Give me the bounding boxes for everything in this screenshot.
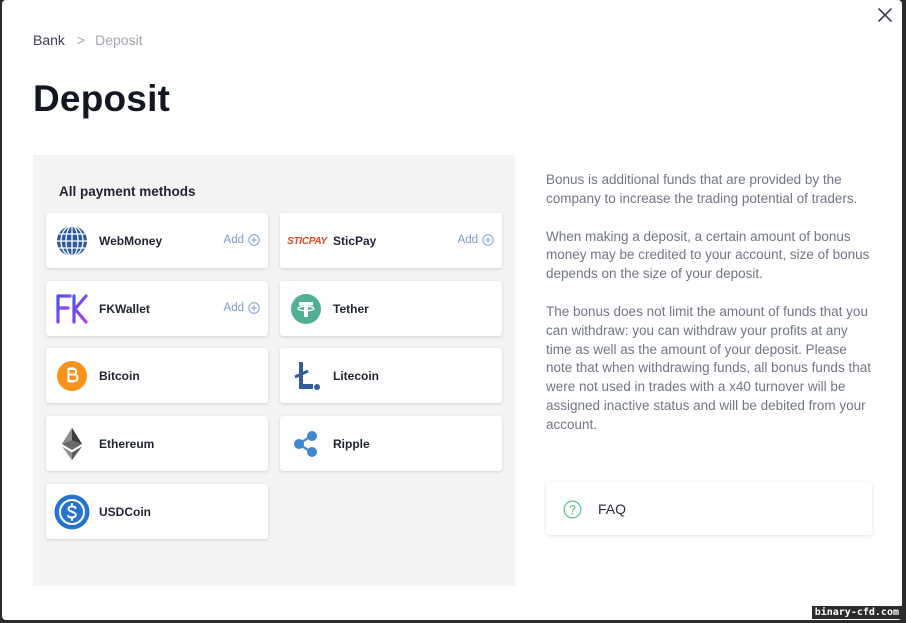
- sticpay-icon: STICPAY: [286, 223, 328, 259]
- breadcrumb-current: Deposit: [95, 32, 143, 48]
- plus-circle-icon: [248, 302, 260, 314]
- payment-method-name: SticPay: [333, 234, 377, 248]
- add-button[interactable]: Add: [224, 234, 260, 246]
- add-label: Add: [223, 302, 244, 314]
- deposit-modal: Bank > Deposit Deposit All payment methods: [2, 0, 902, 620]
- add-label: Add: [223, 234, 244, 246]
- payment-method-name: USDCoin: [99, 505, 151, 519]
- bonus-info-paragraph-3: The bonus does not limit the amount of f…: [546, 303, 871, 432]
- payment-method-usdcoin[interactable]: USDCoin: [46, 484, 268, 539]
- litecoin-icon: [288, 358, 324, 394]
- faq-label: FAQ: [598, 501, 627, 517]
- ripple-icon: [288, 426, 324, 462]
- breadcrumb-separator: >: [76, 32, 86, 48]
- add-button[interactable]: Add: [224, 302, 260, 314]
- fkwallet-icon: [54, 291, 90, 327]
- tether-icon: [288, 291, 324, 327]
- plus-circle-icon: [482, 234, 494, 246]
- usdcoin-icon: [54, 494, 90, 530]
- plus-circle-icon: [248, 234, 260, 246]
- payment-method-webmoney[interactable]: WebMoney Add: [46, 213, 268, 268]
- panel-title: All payment methods: [59, 184, 196, 199]
- bonus-info-paragraph-2: When making a deposit, a certain amount …: [546, 228, 870, 282]
- payment-method-fkwallet[interactable]: FKWallet Add: [46, 281, 268, 336]
- payment-method-name: Ripple: [333, 437, 370, 451]
- bonus-info-paragraph-1: Bonus is additional funds that are provi…: [546, 172, 858, 206]
- ethereum-icon: [54, 426, 90, 462]
- bitcoin-icon: [54, 358, 90, 394]
- watermark: binary-cfd.com: [811, 606, 902, 619]
- payment-method-litecoin[interactable]: Litecoin: [280, 348, 502, 403]
- payment-method-tether[interactable]: Tether: [280, 281, 502, 336]
- payment-method-ethereum[interactable]: Ethereum: [46, 416, 268, 471]
- close-icon[interactable]: [874, 4, 896, 26]
- payment-method-name: Bitcoin: [99, 369, 140, 383]
- add-label: Add: [457, 234, 478, 246]
- page-title: Deposit: [33, 78, 171, 119]
- sticpay-logo-text: STICPAY: [287, 235, 327, 247]
- webmoney-icon: [54, 223, 90, 259]
- faq-button[interactable]: FAQ: [546, 482, 872, 535]
- payment-method-name: Litecoin: [333, 369, 380, 383]
- payment-method-name: Tether: [333, 302, 369, 316]
- breadcrumb: Bank > Deposit: [33, 32, 143, 48]
- payment-method-bitcoin[interactable]: Bitcoin: [46, 348, 268, 403]
- payment-method-ripple[interactable]: Ripple: [280, 416, 502, 471]
- payment-method-name: Ethereum: [99, 437, 155, 451]
- payment-method-sticpay[interactable]: STICPAY SticPay Add: [280, 213, 502, 268]
- bonus-info: Bonus is additional funds that are provi…: [546, 171, 876, 454]
- payment-methods-panel: All payment methods WebMoney Add STICPAY…: [33, 155, 515, 586]
- question-circle-icon: [563, 500, 582, 519]
- payment-method-name: WebMoney: [99, 234, 163, 248]
- payment-method-name: FKWallet: [99, 302, 150, 316]
- breadcrumb-bank-link[interactable]: Bank: [33, 32, 65, 48]
- add-button[interactable]: Add: [458, 234, 494, 246]
